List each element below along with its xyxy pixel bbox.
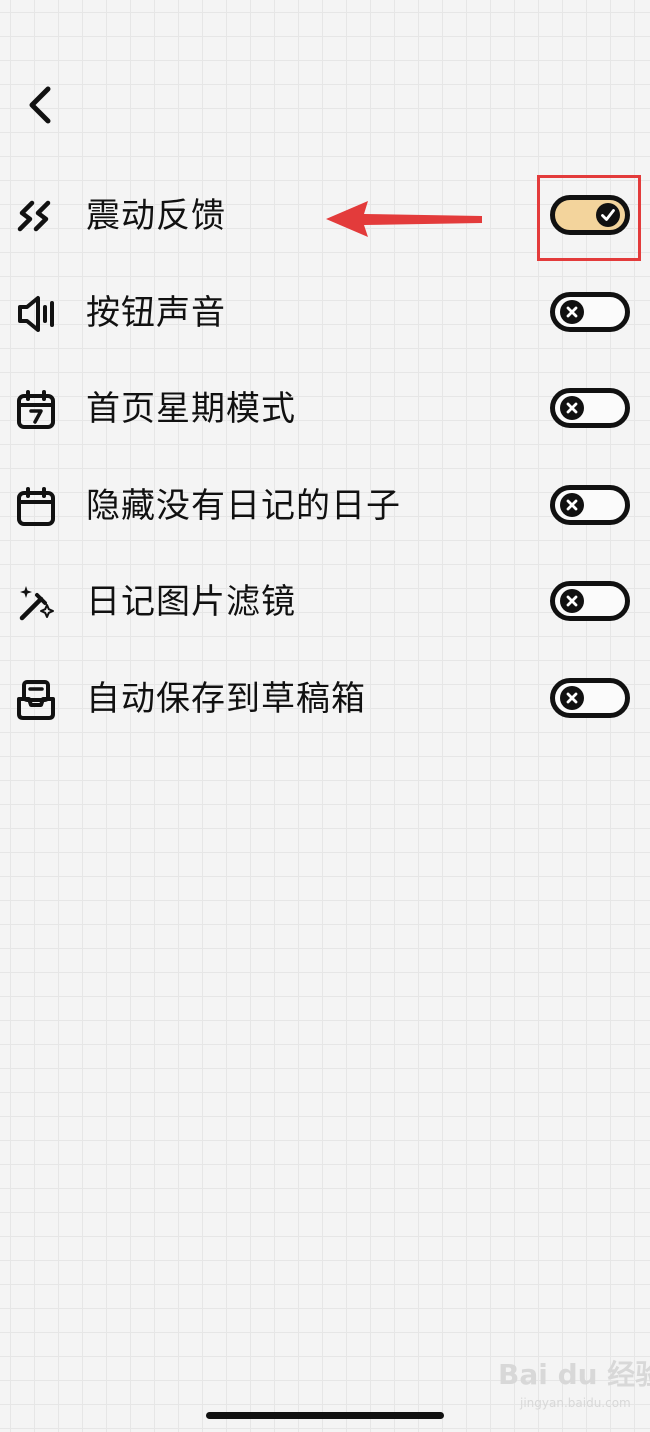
chevron-left-icon [29,86,51,124]
x-icon [560,589,584,613]
calendar-icon [14,485,58,529]
calendar-week-icon [14,388,58,432]
setting-row-photo-filter: 日记图片滤镜 [0,556,650,646]
setting-row-button-sound: 按钮声音 [0,267,650,357]
setting-row-hide-empty-days: 隐藏没有日记的日子 [0,460,650,550]
setting-label-button-sound: 按钮声音 [86,293,226,333]
magic-wand-icon [14,581,58,625]
annotation-arrow-icon [326,201,482,237]
button-sound-toggle[interactable] [550,292,630,332]
setting-label-vibration: 震动反馈 [86,196,226,236]
watermark-url: jingyan.baidu.com [520,1396,631,1410]
x-icon [560,300,584,324]
photo-filter-toggle[interactable] [550,581,630,621]
speaker-icon [14,292,58,336]
home-indicator [206,1412,444,1419]
week-mode-toggle[interactable] [550,388,630,428]
setting-label-hide-empty-days: 隐藏没有日记的日子 [86,486,401,526]
setting-label-week-mode: 首页星期模式 [86,389,296,429]
vibration-icon [14,195,58,239]
annotation-highlight-box [537,175,641,261]
watermark: Bai du 经验 jingyan.baidu.com [498,1358,650,1418]
x-icon [560,493,584,517]
auto-save-drafts-toggle[interactable] [550,678,630,718]
x-icon [560,396,584,420]
x-icon [560,686,584,710]
setting-label-photo-filter: 日记图片滤镜 [86,582,296,622]
back-button[interactable] [14,80,64,130]
hide-empty-days-toggle[interactable] [550,485,630,525]
watermark-name: Bai du 经验 [498,1358,650,1391]
inbox-drafts-icon [14,678,58,722]
setting-row-week-mode: 首页星期模式 [0,363,650,453]
setting-label-auto-save-drafts: 自动保存到草稿箱 [86,679,366,719]
setting-row-auto-save-drafts: 自动保存到草稿箱 [0,653,650,743]
